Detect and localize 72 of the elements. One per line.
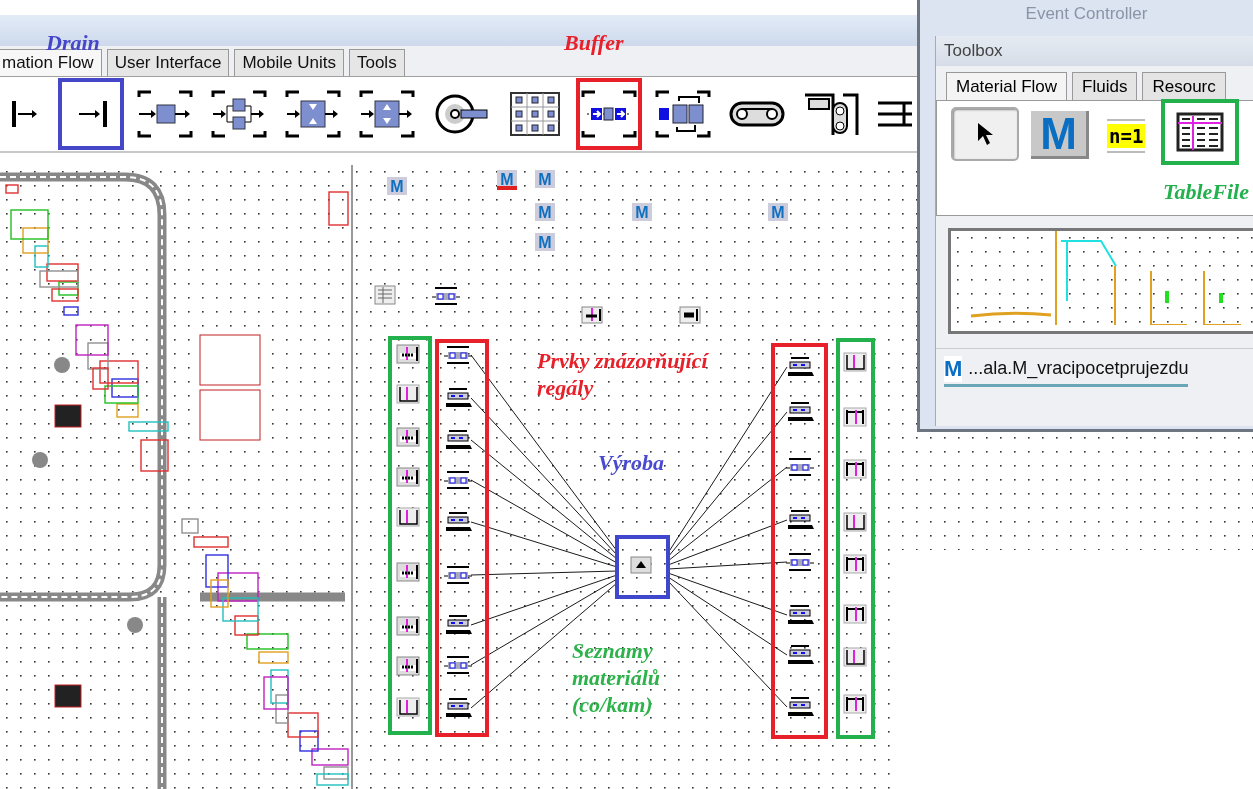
list-node <box>843 694 867 714</box>
library-tab[interactable]: User Interface <box>106 49 230 76</box>
table-file-button[interactable] <box>1161 99 1240 165</box>
library-tab[interactable]: Mobile Units <box>234 49 344 76</box>
buffer-node <box>785 553 815 571</box>
list-node <box>843 352 867 372</box>
table-node <box>374 285 396 305</box>
list-node <box>396 384 420 404</box>
dismantle-station-icon[interactable] <box>359 89 415 139</box>
pointer-button[interactable] <box>951 107 1019 161</box>
annotation-label: Výroba <box>598 450 665 477</box>
store-node <box>446 430 472 449</box>
method-node: M <box>535 170 555 188</box>
parallel-station-icon[interactable] <box>211 89 267 139</box>
list-node <box>396 562 420 582</box>
annotation-label: Seznamy materiálů (co/kam) <box>572 638 661 719</box>
document-tab[interactable]: M ...ala.M_vracipocetprujezdu <box>944 355 1189 387</box>
annotation-label: Buffer <box>564 30 624 56</box>
list-node <box>396 616 420 636</box>
list-node <box>396 656 420 676</box>
list-node <box>396 507 420 527</box>
method-node: M <box>387 177 407 195</box>
station-node <box>630 556 652 574</box>
method-node: M <box>535 233 555 251</box>
store-node <box>788 697 814 716</box>
panel-title: Toolbox <box>936 36 1253 66</box>
list-node <box>396 467 420 487</box>
toolbox-tab[interactable]: Fluids <box>1072 72 1138 100</box>
list-node <box>843 512 867 532</box>
buffer-node <box>443 471 473 489</box>
buffer-node <box>785 458 815 476</box>
buffer-node <box>431 287 461 305</box>
list-node <box>396 344 420 364</box>
store-node <box>788 605 814 624</box>
list-node <box>843 604 867 624</box>
buffer-node <box>443 346 473 364</box>
sorter-icon[interactable] <box>655 89 711 139</box>
store-node <box>788 402 814 421</box>
list-node <box>843 647 867 667</box>
store-node <box>446 615 472 634</box>
station-icon[interactable] <box>137 89 193 139</box>
method-node: M <box>768 203 788 221</box>
method-node: M <box>632 203 652 221</box>
store-node <box>446 388 472 407</box>
store-node <box>788 357 814 376</box>
window-title: Event Controller <box>1025 4 1148 24</box>
toolbox-tab[interactable]: Material Flow <box>946 72 1068 100</box>
annotation-label: Prvky znázorňující regály <box>537 348 710 402</box>
method-node: M <box>535 203 555 221</box>
store-icon[interactable] <box>507 89 563 139</box>
list-node <box>843 407 867 427</box>
list-node <box>843 554 867 574</box>
table-icon <box>1176 112 1225 152</box>
list-node <box>581 306 603 324</box>
store-node <box>788 510 814 529</box>
assembly-station-icon[interactable] <box>285 89 341 139</box>
store-node <box>446 512 472 531</box>
annotation-label: TableFile <box>1163 179 1249 205</box>
store-node <box>446 698 472 717</box>
buffer-node <box>443 656 473 674</box>
method-node: M <box>497 170 517 190</box>
library-tab[interactable]: Tools <box>348 49 405 76</box>
list-node <box>396 427 420 447</box>
list-node <box>843 459 867 479</box>
list-node <box>396 697 420 717</box>
queue-node <box>679 306 701 324</box>
toolbox-tab[interactable]: Resourc <box>1142 72 1226 100</box>
pointer-icon <box>976 121 994 147</box>
store-node <box>788 645 814 664</box>
library-tab[interactable]: mation Flow <box>0 49 102 76</box>
buffer-icon[interactable] <box>581 89 637 139</box>
buffer-node <box>443 566 473 584</box>
